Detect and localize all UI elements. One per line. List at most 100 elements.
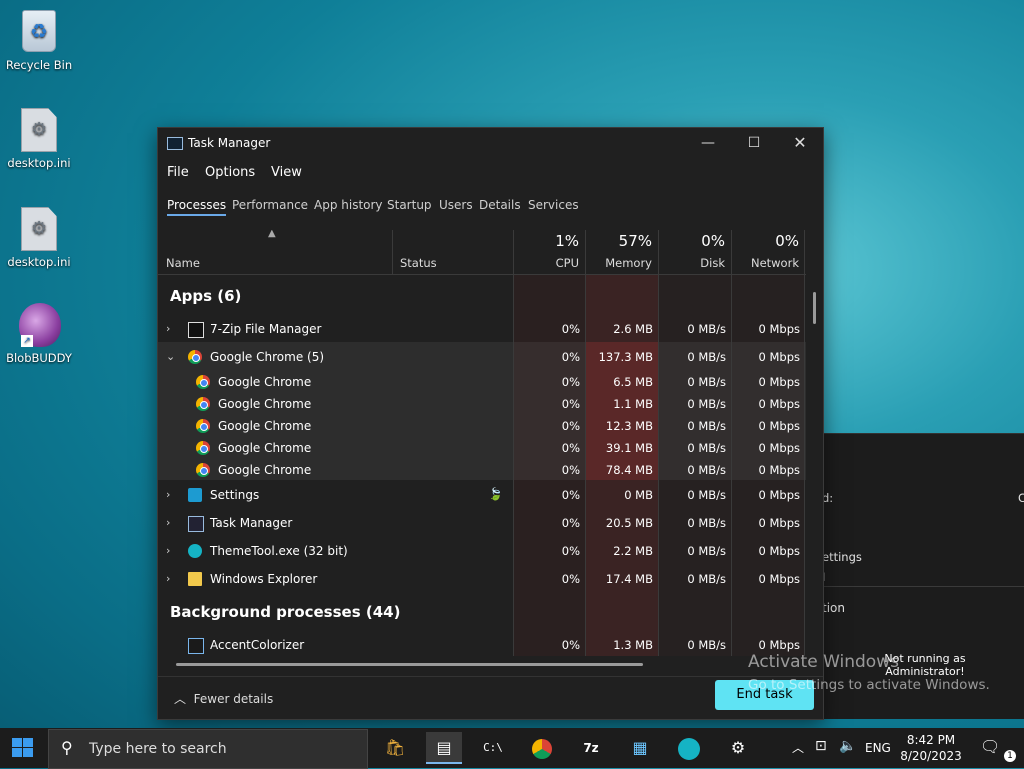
- table-row[interactable]: AccentColorizer 0% 1.3 MB 0 MB/s 0 Mbps: [158, 638, 806, 656]
- table-row[interactable]: Google Chrome 0% 6.5 MB 0 MB/s 0 Mbps: [158, 375, 806, 393]
- desktop-icon-recycle-bin[interactable]: ♻ Recycle Bin: [0, 10, 78, 72]
- chrome-icon: [196, 375, 210, 389]
- chevron-right-icon[interactable]: ›: [166, 544, 170, 557]
- 7zip-icon[interactable]: 7z: [573, 732, 609, 764]
- table-row[interactable]: › Settings 🍃 0% 0 MB 0 MB/s 0 Mbps: [158, 487, 806, 506]
- tab-performance[interactable]: Performance: [232, 198, 308, 212]
- process-network: 0 Mbps: [758, 441, 801, 455]
- chrome-icon: [196, 463, 210, 477]
- efficiency-leaf-icon: 🍃: [488, 487, 503, 501]
- tray-chevron-icon[interactable]: ︿: [792, 739, 804, 756]
- table-row[interactable]: › ThemeTool.exe (32 bit) 0% 2.2 MB 0 MB/s 0 M…: [158, 544, 806, 562]
- accent-icon: [188, 638, 204, 654]
- tab-startup[interactable]: Startup: [387, 198, 432, 212]
- process-cpu: 0%: [561, 375, 580, 389]
- chevron-up-icon: ︿: [174, 692, 187, 706]
- chevron-down-icon[interactable]: ⌄: [166, 350, 175, 363]
- vertical-scrollbar[interactable]: [813, 292, 816, 324]
- table-row[interactable]: › Windows Explorer 0% 17.4 MB 0 MB/s 0 Mbps: [158, 572, 806, 590]
- store-icon[interactable]: 🛍: [377, 732, 413, 764]
- chevron-right-icon[interactable]: ›: [166, 572, 170, 585]
- table-row[interactable]: Google Chrome 0% 39.1 MB 0 MB/s 0 Mbps: [158, 441, 806, 459]
- tab-services[interactable]: Services: [528, 198, 579, 212]
- process-cpu: 0%: [561, 350, 580, 364]
- fewer-details-button[interactable]: ︿ Fewer details: [174, 690, 273, 707]
- process-cpu: 0%: [561, 544, 580, 558]
- process-name: Google Chrome: [218, 375, 312, 389]
- tab-processes[interactable]: Processes: [167, 198, 227, 216]
- menu-file[interactable]: File: [167, 165, 189, 180]
- tab-details[interactable]: Details: [479, 198, 521, 212]
- chevron-right-icon[interactable]: ›: [166, 322, 170, 335]
- task-manager-window[interactable]: Task Manager — ☐ ✕ File Options View Pro…: [157, 127, 824, 720]
- process-disk: 0 MB/s: [687, 463, 726, 477]
- shortcut-arrow-icon: ↗: [21, 335, 33, 347]
- title-bar[interactable]: Task Manager — ☐ ✕: [158, 128, 823, 158]
- process-memory: 12.3 MB: [605, 419, 653, 433]
- process-cpu: 0%: [561, 441, 580, 455]
- chevron-right-icon[interactable]: ›: [166, 488, 170, 501]
- background-window-text: C: [1018, 491, 1024, 505]
- start-button[interactable]: [12, 738, 34, 758]
- admin-notice: Not running as Administrator!: [884, 652, 966, 678]
- search-box[interactable]: ⚲ Type here to search: [48, 729, 368, 769]
- process-name: Google Chrome: [218, 441, 312, 455]
- table-row[interactable]: ⌄ Google Chrome (5) 0% 137.3 MB 0 MB/s 0 Mbps: [158, 350, 806, 368]
- column-name[interactable]: ▲ Name: [158, 230, 393, 274]
- table-row[interactable]: Google Chrome 0% 1.1 MB 0 MB/s 0 Mbps: [158, 397, 806, 415]
- process-disk: 0 MB/s: [687, 488, 726, 502]
- process-disk: 0 MB/s: [687, 397, 726, 411]
- search-icon: ⚲: [61, 738, 73, 757]
- task-manager-taskbar-icon[interactable]: ▤: [426, 732, 462, 764]
- column-cpu[interactable]: 1% CPU: [513, 230, 585, 274]
- language-indicator[interactable]: ENG: [865, 741, 891, 755]
- process-cpu: 0%: [561, 638, 580, 652]
- process-network: 0 Mbps: [758, 350, 801, 364]
- process-cpu: 0%: [561, 516, 580, 530]
- menu-view[interactable]: View: [271, 165, 302, 180]
- file-icon: [21, 207, 57, 251]
- process-disk: 0 MB/s: [687, 375, 726, 389]
- table-row[interactable]: Google Chrome 0% 12.3 MB 0 MB/s 0 Mbps: [158, 419, 806, 437]
- volume-icon[interactable]: 🔈: [839, 738, 856, 754]
- chrome-taskbar-icon[interactable]: [524, 732, 560, 764]
- process-memory: 137.3 MB: [598, 350, 653, 364]
- notification-icon[interactable]: 🗨: [980, 737, 1000, 756]
- table-row[interactable]: › Task Manager 0% 20.5 MB 0 MB/s 0 Mbps: [158, 516, 806, 534]
- column-network[interactable]: 0% Network: [732, 230, 805, 274]
- process-cpu: 0%: [561, 397, 580, 411]
- desktop-icon-desktop-ini[interactable]: desktop.ini: [0, 108, 78, 170]
- network-icon[interactable]: ⊡: [815, 738, 827, 754]
- column-memory[interactable]: 57% Memory: [586, 230, 658, 274]
- process-memory: 6.5 MB: [613, 375, 653, 389]
- tab-app-history[interactable]: App history: [314, 198, 383, 212]
- group-header-background: Background processes (44): [170, 603, 401, 621]
- minimize-button[interactable]: —: [685, 128, 731, 158]
- process-disk: 0 MB/s: [687, 638, 726, 652]
- notification-badge: 1: [1004, 750, 1016, 762]
- command-prompt-icon[interactable]: C:\: [475, 732, 511, 764]
- theme-tool-icon[interactable]: [671, 732, 707, 764]
- table-header: ▲ Name Status 1% CPU 57% Memory 0% Disk …: [158, 230, 806, 275]
- maximize-button[interactable]: ☐: [731, 128, 777, 158]
- control-panel-icon[interactable]: ▦: [622, 732, 658, 764]
- horizontal-scrollbar[interactable]: [176, 663, 643, 666]
- column-status[interactable]: Status: [392, 230, 512, 274]
- table-row[interactable]: Google Chrome 0% 78.4 MB 0 MB/s 0 Mbps: [158, 463, 806, 481]
- process-disk: 0 MB/s: [687, 322, 726, 336]
- chrome-icon: [196, 441, 210, 455]
- menu-options[interactable]: Options: [205, 165, 255, 180]
- desktop-icon-desktop-ini-2[interactable]: desktop.ini: [0, 207, 78, 269]
- table-row[interactable]: › 7-Zip File Manager 0% 2.6 MB 0 MB/s 0 Mbps: [158, 322, 806, 340]
- process-memory: 78.4 MB: [605, 463, 653, 477]
- column-disk[interactable]: 0% Disk: [659, 230, 731, 274]
- clock[interactable]: 8:42 PM 8/20/2023: [892, 732, 970, 764]
- settings-gear-icon[interactable]: ⚙: [720, 732, 756, 764]
- windows-logo-icon: [12, 738, 22, 747]
- process-cpu: 0%: [561, 463, 580, 477]
- desktop-icon-blobbuddy[interactable]: ↗ BlobBUDDY: [0, 303, 78, 365]
- chevron-right-icon[interactable]: ›: [166, 516, 170, 529]
- tab-users[interactable]: Users: [439, 198, 473, 212]
- desktop-icon-label: BlobBUDDY: [6, 351, 72, 365]
- close-button[interactable]: ✕: [777, 128, 823, 158]
